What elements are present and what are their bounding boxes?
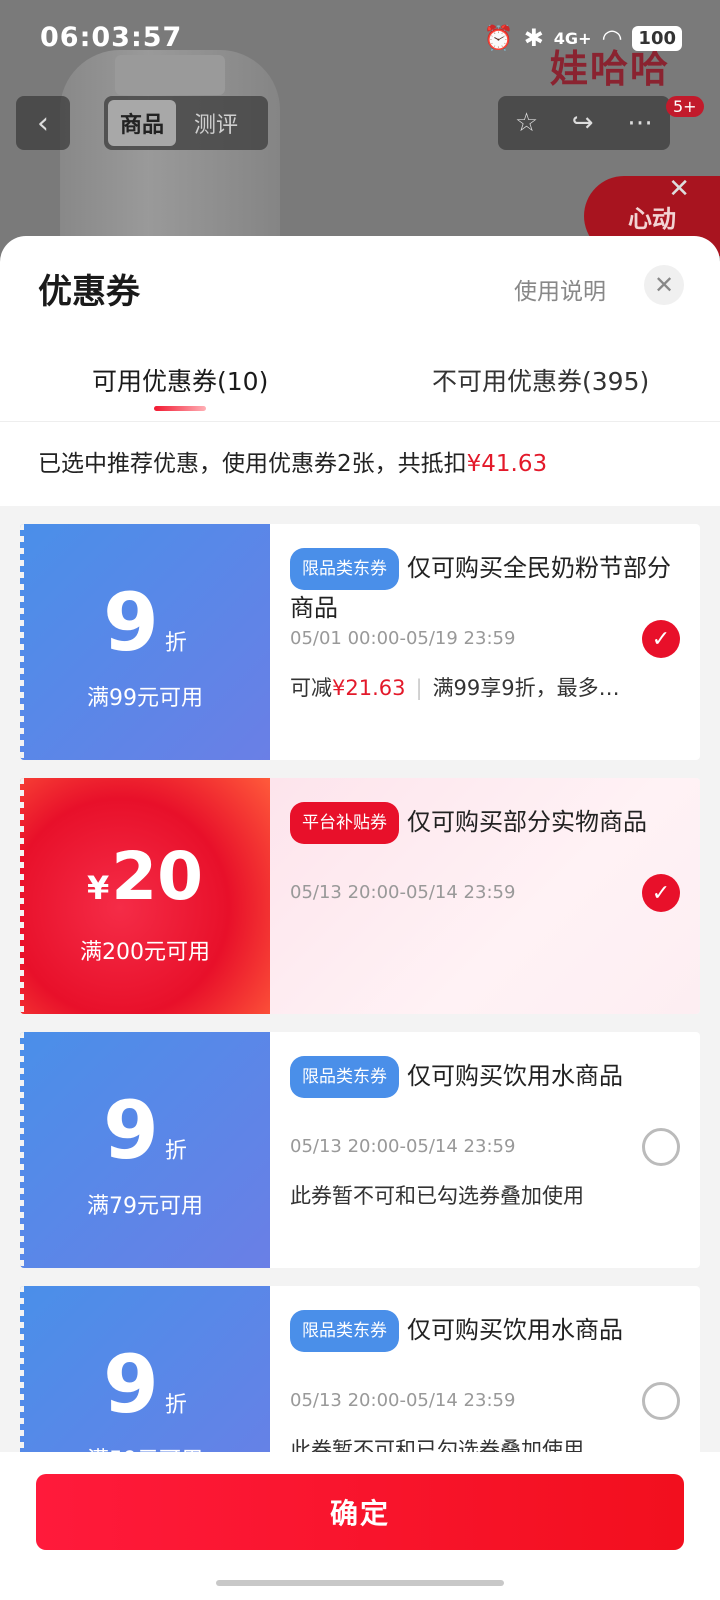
coupon-date: 05/13 20:00-05/14 23:59 [290,882,516,903]
status-icons: ⏰ ✱ 4G+ ◠ 100 [484,24,682,52]
coupon-value: 9折 [20,1086,270,1176]
share-icon[interactable]: ↪ [572,108,594,138]
star-icon[interactable]: ☆ [515,108,538,138]
sheet-footer: 确定 [0,1452,720,1600]
check-icon: ✓ [651,626,671,652]
sheet-title: 优惠券 [38,272,140,312]
coupon-tag: 限品类东券 [290,548,399,590]
note-separator: | [415,676,423,700]
coupon-card[interactable]: ¥20 满200元可用 平台补贴券 仅可购买部分实物商品 05/13 20:00-… [20,778,700,1014]
note-rest: 满99享9折，最多… [432,676,620,700]
coupon-title: 限品类东券 仅可购买饮用水商品 [290,1310,680,1352]
coupon-value-panel: ¥20 满200元可用 [20,778,270,1014]
coupon-checkbox-checked[interactable]: ✓ [642,874,680,912]
product-tab-group: 商品 测评 [104,96,268,150]
signal-icon: 4G+ [553,28,592,48]
wifi-icon: ◠ [601,24,623,52]
coupon-tag: 限品类东券 [290,1056,399,1098]
more-icon[interactable]: ⋯ [627,108,653,138]
tab-review[interactable]: 测评 [182,100,250,146]
coupon-title: 限品类东券 仅可购买饮用水商品 [290,1056,680,1098]
coupon-threshold: 满200元可用 [80,940,210,965]
coupon-date: 05/13 20:00-05/14 23:59 [290,1390,516,1411]
coupon-title: 平台补贴券 仅可购买部分实物商品 [290,802,680,844]
coupon-value: 9折 [20,578,270,668]
coupon-date: 05/01 00:00-05/19 23:59 [290,628,516,649]
coupon-currency: ¥ [86,869,110,907]
close-button[interactable]: ✕ [644,265,684,305]
summary-text: 已选中推荐优惠，使用优惠券2张，共抵扣 [38,451,467,477]
product-actions: ☆ ↪ ⋯ [498,96,670,150]
coupon-card[interactable]: 9折 满59元可用 限品类东券仅可购买饮用水商品 05/13 20:00-05/… [20,1286,700,1472]
discount-summary: 已选中推荐优惠，使用优惠券2张，共抵扣¥41.63 [0,422,720,506]
coupon-value: 9折 [20,1340,270,1430]
message-badge: 5+ [666,96,704,117]
battery-icon: 100 [632,25,682,51]
coupon-value-number: 9 [103,576,159,669]
close-icon: ✕ [653,271,675,299]
coupon-value-number: 9 [103,1338,159,1431]
coupon-info: 限品类东券 仅可购买全民奶粉节部分商品 05/01 00:00-05/19 23:… [270,524,700,760]
note-prefix: 可减 [290,676,332,700]
coupon-value-panel: 9折 满79元可用 [20,1032,270,1268]
summary-amount: ¥41.63 [466,451,548,477]
check-icon: ✓ [651,880,671,906]
coupon-tag: 平台补贴券 [290,802,399,844]
usage-instructions-link[interactable]: 使用说明 [514,272,606,306]
coupon-value-unit: 折 [164,1393,187,1418]
status-time: 06:03:57 [40,22,183,53]
chevron-left-icon: ‹ [37,105,49,141]
coupon-tag: 限品类东券 [290,1310,399,1352]
coupon-value: ¥20 [20,832,270,922]
coupon-value-unit: 折 [164,1139,187,1164]
tab-available-coupons[interactable]: 可用优惠券(10) [92,362,268,398]
status-bar: 06:03:57 ⏰ ✱ 4G+ ◠ 100 [0,0,720,80]
coupon-title-text: 仅可购买饮用水商品 [407,1062,623,1090]
coupon-note: 此券暂不可和已勾选券叠加使用 [290,1184,584,1208]
coupon-value-number: 9 [103,1084,159,1177]
coupon-info: 限品类东券 仅可购买饮用水商品 05/13 20:00-05/14 23:59 此… [270,1286,700,1472]
coupon-value-panel: 9折 满99元可用 [20,524,270,760]
close-icon[interactable]: ✕ [668,174,690,204]
coupon-info: 限品类东券 仅可购买饮用水商品 05/13 20:00-05/14 23:59 此… [270,1032,700,1268]
coupon-title-text: 仅可购买部分实物商品 [407,808,647,836]
bluetooth-icon: ✱ [523,24,544,52]
coupon-info: 平台补贴券 仅可购买部分实物商品 05/13 20:00-05/14 23:59 … [270,778,700,1014]
coupon-value-unit: 折 [164,631,187,656]
coupon-card[interactable]: 9折 满79元可用 限品类东券 仅可购买饮用水商品 05/13 20:00-05/… [20,1032,700,1268]
product-top-nav: ‹ 商品 测评 ☆ ↪ ⋯ [0,96,720,152]
sheet-header: 优惠券 使用说明 ✕ [0,236,720,336]
coupon-title-text: 仅可购买饮用水商品 [407,1316,623,1344]
confirm-button[interactable]: 确定 [36,1474,684,1550]
alarm-icon: ⏰ [483,24,514,52]
coupon-list[interactable]: 9折 满99元可用 限品类东券 仅可购买全民奶粉节部分商品 05/01 00:00… [0,506,720,1472]
coupon-sheet: 优惠券 使用说明 ✕ 可用优惠券(10) 不可用优惠券(395) 已选中推荐优惠… [0,236,720,1600]
coupon-threshold: 满99元可用 [87,686,203,711]
coupon-tabs: 可用优惠券(10) 不可用优惠券(395) [0,346,720,422]
back-button[interactable]: ‹ [16,96,70,150]
coupon-checkbox-checked[interactable]: ✓ [642,620,680,658]
coupon-threshold: 满79元可用 [87,1194,203,1219]
coupon-value-number: 20 [111,838,204,915]
tab-product[interactable]: 商品 [108,100,177,146]
coupon-card[interactable]: 9折 满99元可用 限品类东券 仅可购买全民奶粉节部分商品 05/01 00:00… [20,524,700,760]
coupon-date: 05/13 20:00-05/14 23:59 [290,1136,516,1157]
coupon-note: 可减¥21.63 | 满99享9折，最多… [290,672,620,702]
tab-unavailable-coupons[interactable]: 不可用优惠券(395) [432,362,649,398]
coupon-checkbox-unchecked[interactable] [642,1128,680,1166]
home-indicator[interactable] [216,1580,504,1586]
active-tab-indicator [154,406,206,411]
coupon-checkbox-unchecked[interactable] [642,1382,680,1420]
coupon-title: 限品类东券 仅可购买全民奶粉节部分商品 [290,548,680,626]
note-amount: ¥21.63 [332,676,406,700]
coupon-value-panel: 9折 满59元可用 [20,1286,270,1472]
